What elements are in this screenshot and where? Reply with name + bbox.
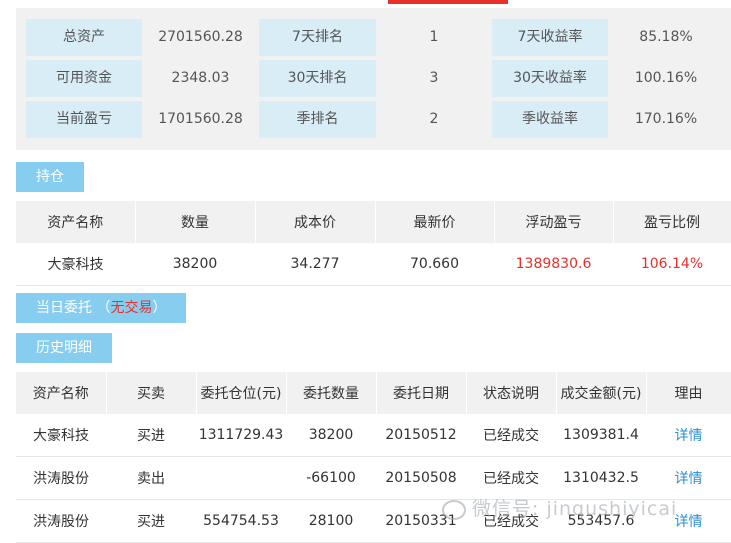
summary-row: 当前盈亏 1701560.28 季排名 2 季收益率 170.16% <box>26 101 724 138</box>
column-header: 最新价 <box>375 201 495 243</box>
paren-close: ） <box>152 300 167 316</box>
summary-label: 季收益率 <box>492 101 608 138</box>
summary-value: 2348.03 <box>142 60 259 97</box>
summary-value: 2701560.28 <box>142 19 259 56</box>
column-header: 状态说明 <box>466 372 557 414</box>
floating-pnl: 1389830.6 <box>494 243 613 286</box>
trade-side: 买进 <box>106 414 196 457</box>
holdings-section-title: 持仓 <box>36 169 64 185</box>
asset-name: 大豪科技 <box>16 243 135 286</box>
order-quantity: 38200 <box>286 414 376 457</box>
pnl-ratio: 106.14% <box>613 243 731 286</box>
no-trade-status: 无交易 <box>110 300 153 316</box>
order-date: 20150512 <box>376 414 466 457</box>
column-header: 理由 <box>646 372 731 414</box>
column-header: 数量 <box>135 201 256 243</box>
summary-label: 7天排名 <box>259 19 376 56</box>
today-orders-section-tab[interactable]: 当日委托 （无交易） <box>16 293 187 323</box>
summary-label: 可用资金 <box>26 60 142 97</box>
trade-side: 卖出 <box>106 456 196 500</box>
order-position <box>196 456 286 500</box>
asset-name: 大豪科技 <box>16 414 106 457</box>
account-summary-panel: 总资产 2701560.28 7天排名 1 7天收益率 85.18% 可用资金 … <box>16 8 731 150</box>
summary-value: 100.16% <box>608 60 724 97</box>
summary-value: 170.16% <box>608 101 724 138</box>
summary-value: 1 <box>376 19 492 56</box>
status-text: 已经成交 <box>466 414 556 457</box>
history-section-title: 历史明细 <box>36 340 92 356</box>
history-header-row: 资产名称 买卖 委托仓位(元) 委托数量 委托日期 状态说明 成交金额(元) 理… <box>16 372 731 414</box>
order-quantity: 28100 <box>286 499 376 543</box>
today-orders-title: 当日委托 <box>36 300 92 316</box>
wechat-watermark: 微信号: jinqushiyicai <box>442 494 677 521</box>
summary-value: 2 <box>376 101 492 138</box>
watermark-text: 微信号: jinqushiyicai <box>472 498 678 520</box>
column-header: 盈亏比例 <box>613 201 731 243</box>
column-header: 资产名称 <box>16 372 107 414</box>
quantity: 38200 <box>135 243 255 286</box>
wechat-icon <box>442 499 466 520</box>
column-header: 委托数量 <box>286 372 377 414</box>
table-row: 大豪科技 买进 1311729.43 38200 20150512 已经成交 1… <box>16 414 731 457</box>
details-link[interactable]: 详情 <box>646 414 731 457</box>
holdings-table: 资产名称 数量 成本价 最新价 浮动盈亏 盈亏比例 大豪科技 38200 34.… <box>16 201 731 286</box>
column-header: 委托仓位(元) <box>196 372 287 414</box>
table-row: 大豪科技 38200 34.277 70.660 1389830.6 106.1… <box>16 243 731 286</box>
trade-side: 买进 <box>106 499 196 543</box>
holdings-header-row: 资产名称 数量 成本价 最新价 浮动盈亏 盈亏比例 <box>16 201 731 243</box>
order-quantity: -66100 <box>286 456 376 500</box>
summary-value: 1701560.28 <box>142 101 259 138</box>
column-header: 成交金额(元) <box>556 372 647 414</box>
column-header: 成本价 <box>255 201 376 243</box>
summary-label: 季排名 <box>259 101 376 138</box>
summary-label: 当前盈亏 <box>26 101 142 138</box>
summary-label: 30天排名 <box>259 60 376 97</box>
latest-price: 70.660 <box>375 243 494 286</box>
summary-row: 总资产 2701560.28 7天排名 1 7天收益率 85.18% <box>26 19 724 56</box>
summary-value: 85.18% <box>608 19 724 56</box>
cost-price: 34.277 <box>255 243 375 286</box>
deal-amount: 1309381.4 <box>556 414 646 457</box>
holdings-section-tab[interactable]: 持仓 <box>16 162 84 192</box>
top-red-bar <box>388 0 508 4</box>
column-header: 浮动盈亏 <box>494 201 614 243</box>
summary-row: 可用资金 2348.03 30天排名 3 30天收益率 100.16% <box>26 60 724 97</box>
asset-name: 洪涛股份 <box>16 456 106 500</box>
history-section-tab[interactable]: 历史明细 <box>16 333 112 363</box>
asset-name: 洪涛股份 <box>16 499 106 543</box>
summary-label: 总资产 <box>26 19 142 56</box>
column-header: 资产名称 <box>16 201 136 243</box>
order-position: 1311729.43 <box>196 414 286 457</box>
order-position: 554754.53 <box>196 499 286 543</box>
summary-label: 7天收益率 <box>492 19 608 56</box>
summary-label: 30天收益率 <box>492 60 608 97</box>
column-header: 委托日期 <box>376 372 467 414</box>
paren-open: （ <box>96 300 111 316</box>
column-header: 买卖 <box>106 372 197 414</box>
summary-value: 3 <box>376 60 492 97</box>
